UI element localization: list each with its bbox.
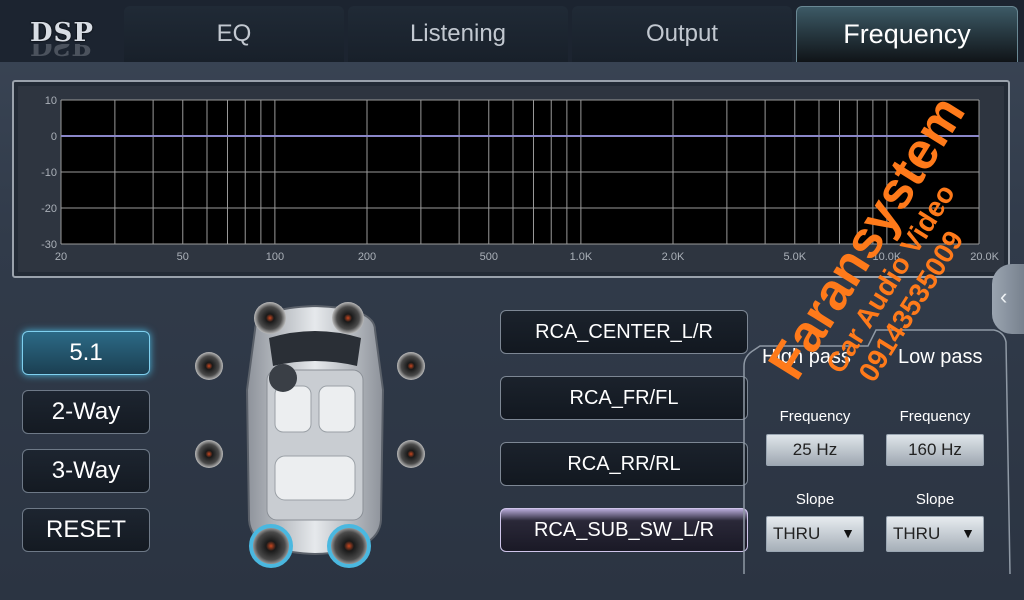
channel-rca-rear-button[interactable]: RCA_RR/RL <box>500 442 748 486</box>
y-tick-label: 10 <box>45 95 57 107</box>
tab-low-pass[interactable]: Low pass <box>898 346 983 369</box>
x-tick-label: 2.0K <box>662 251 685 263</box>
tab-listening[interactable]: Listening <box>348 6 568 62</box>
speaker-side-front-left-icon[interactable] <box>195 352 223 380</box>
hp-frequency-field[interactable]: 25 Hz <box>766 434 864 466</box>
y-tick-label: -20 <box>41 203 57 215</box>
x-tick-label: 10.0K <box>873 251 902 263</box>
y-tick-label: -10 <box>41 167 57 179</box>
lp-frequency-label: Frequency <box>899 408 971 425</box>
dropdown-arrow-icon: ▼ <box>961 525 975 541</box>
speaker-side-rear-left-icon[interactable] <box>195 440 223 468</box>
seat-front-right <box>318 385 356 433</box>
x-tick-label: 100 <box>266 251 284 263</box>
speaker-side-rear-right-icon[interactable] <box>397 440 425 468</box>
speaker-front-left-icon[interactable] <box>254 302 286 334</box>
x-tick-label: 5.0K <box>783 251 806 263</box>
lp-frequency-field[interactable]: 160 Hz <box>886 434 984 466</box>
x-tick-label: 200 <box>358 251 376 263</box>
preset-5-1-button[interactable]: 5.1 <box>22 331 150 375</box>
car-speaker-diagram <box>195 302 425 568</box>
preset-2-way-button[interactable]: 2-Way <box>22 390 150 434</box>
x-tick-label: 20.0K <box>970 251 999 263</box>
hp-slope-select[interactable]: THRU ▼ <box>766 516 864 552</box>
lp-slope-value: THRU <box>893 524 941 543</box>
channel-rca-center-button[interactable]: RCA_CENTER_L/R <box>500 310 748 354</box>
hp-frequency-label: Frequency <box>779 408 851 425</box>
hp-slope-label: Slope <box>795 491 835 508</box>
channel-rca-front-button[interactable]: RCA_FR/FL <box>500 376 748 420</box>
channel-rca-sub-button[interactable]: RCA_SUB_SW_L/R <box>500 508 748 552</box>
x-tick-label: 20 <box>55 251 67 263</box>
dropdown-arrow-icon: ▼ <box>841 525 855 541</box>
windshield <box>269 331 361 366</box>
dsp-logo-reflection: DSP <box>30 44 91 60</box>
speaker-side-front-right-icon[interactable] <box>397 352 425 380</box>
steering-wheel-icon <box>269 364 297 392</box>
subwoofer-right-icon[interactable] <box>327 524 371 568</box>
y-tick-label: -30 <box>41 239 57 251</box>
reset-button[interactable]: RESET <box>22 508 150 552</box>
lp-slope-select[interactable]: THRU ▼ <box>886 516 984 552</box>
tab-frequency[interactable]: Frequency <box>796 6 1018 62</box>
speaker-front-right-icon[interactable] <box>332 302 364 334</box>
x-tick-label: 1.0K <box>570 251 593 263</box>
subwoofer-left-icon[interactable] <box>249 524 293 568</box>
tab-eq[interactable]: EQ <box>124 6 344 62</box>
hp-slope-value: THRU <box>773 524 821 543</box>
y-tick-label: 0 <box>51 131 57 143</box>
x-tick-label: 500 <box>480 251 498 263</box>
tab-output[interactable]: Output <box>572 6 792 62</box>
chevron-left-icon: ‹ <box>1000 284 1008 309</box>
lp-slope-label: Slope <box>915 491 955 508</box>
preset-3-way-button[interactable]: 3-Way <box>22 449 150 493</box>
frequency-response-graph[interactable]: 100-10-20-30 20 50 100 200 500 1.0K 2.0K 5.0K 10… <box>18 86 1004 272</box>
x-tick-label: 50 <box>177 251 189 263</box>
seat-front-left <box>274 385 312 433</box>
seat-rear <box>274 455 356 501</box>
side-drawer-handle[interactable]: ‹ <box>992 264 1024 334</box>
tab-high-pass[interactable]: High pass <box>762 346 851 369</box>
